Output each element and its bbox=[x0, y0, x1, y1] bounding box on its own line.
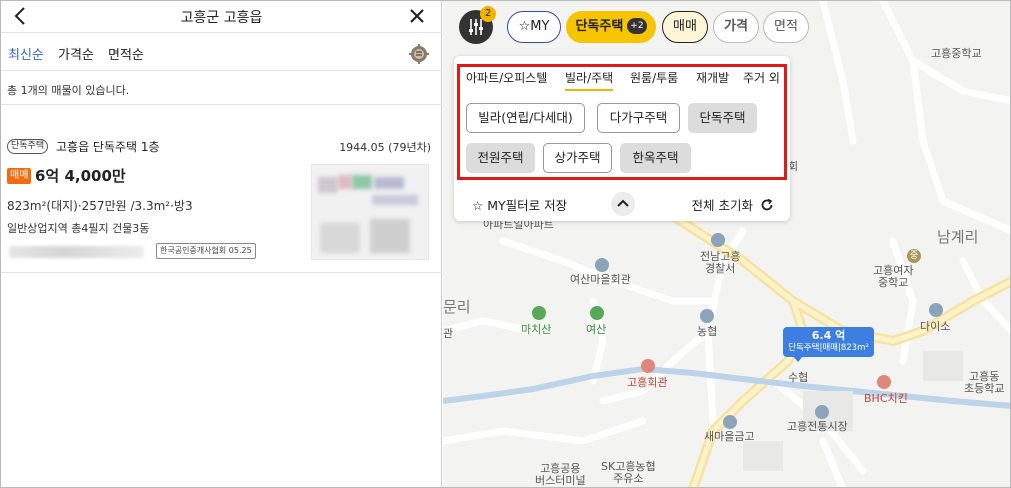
reset-all-button[interactable]: 전체 초기화 bbox=[692, 195, 774, 214]
map-label-bhc: BHC치킨 bbox=[864, 392, 908, 405]
listing-zone: 일반상업지역 총4필지 건물3동 bbox=[7, 222, 150, 235]
close-icon[interactable] bbox=[406, 5, 428, 27]
result-count: 총 1개의 매물이 있습니다. bbox=[7, 84, 130, 97]
chevron-up-icon bbox=[617, 199, 629, 207]
save-my-filter-button[interactable]: ☆ MY필터로 저장 bbox=[472, 195, 567, 214]
shop-icon bbox=[929, 303, 943, 317]
listing-price: 6억 4,000만 bbox=[35, 167, 126, 185]
marker-description: 단독주택|매매|823m² bbox=[788, 343, 869, 353]
area-chip[interactable]: 면적 bbox=[763, 11, 809, 43]
school-icon: 중 bbox=[907, 249, 921, 263]
restaurant-icon bbox=[877, 375, 891, 389]
listing-name: 고흥읍 단독주택 1층 bbox=[56, 140, 160, 154]
collapse-button[interactable] bbox=[611, 192, 635, 216]
price-chip[interactable]: 가격 bbox=[713, 11, 759, 43]
my-chip-label: MY bbox=[530, 19, 550, 34]
map-label-girls-school: 고흥여자 중학교 bbox=[873, 264, 914, 289]
map-label-yeosan: 여산 bbox=[586, 323, 607, 336]
map-label-gas-station: SK고흥농협 주유소 bbox=[601, 460, 656, 485]
restaurant-icon bbox=[641, 359, 655, 373]
bank-icon bbox=[723, 415, 737, 429]
map-label-saemaeul: 새마을금고 bbox=[704, 430, 755, 443]
star-icon: ☆ bbox=[472, 198, 488, 213]
reset-label: 전체 초기화 bbox=[691, 198, 754, 213]
map-label-munri: 문리 bbox=[443, 298, 471, 316]
listing-spec: 823m²(대지)·257만원 /3.3m²·방3 bbox=[7, 199, 193, 213]
mountain-icon bbox=[590, 306, 604, 320]
market-icon bbox=[815, 405, 829, 419]
map-label-machisan: 마치산 bbox=[521, 323, 552, 336]
mountain-icon bbox=[532, 306, 546, 320]
listing-thumbnail[interactable] bbox=[311, 164, 429, 260]
my-filter-chip[interactable]: ☆MY bbox=[507, 11, 561, 43]
hall-icon bbox=[595, 258, 609, 272]
deal-type-badge: 매매 bbox=[7, 168, 32, 184]
map-label-bus-terminal: 고흥공용 버스터미널 bbox=[535, 462, 586, 487]
refresh-icon bbox=[761, 198, 773, 211]
type-extra-count: +2 bbox=[627, 18, 647, 34]
divider bbox=[1, 104, 442, 105]
map-label-namgye: 남계리 bbox=[937, 228, 979, 246]
map-label-police: 전남고흥 경찰서 bbox=[700, 250, 741, 275]
map-label-yeosan-hall: 여산마을회관 bbox=[570, 273, 631, 286]
sort-latest[interactable]: 최신순 bbox=[8, 44, 44, 63]
property-type-chip[interactable]: 단독주택 +2 bbox=[566, 11, 656, 43]
blurred-address bbox=[9, 246, 144, 258]
view-settings-icon[interactable] bbox=[408, 43, 430, 65]
listing-panel: 고흥군 고흥읍 최신순 가격순 면적순 총 1개의 매물이 있습니다. 단독주택… bbox=[1, 1, 442, 487]
map-label-nonghyup: 농협 bbox=[697, 325, 718, 338]
map-label-daiso: 다이소 bbox=[920, 320, 951, 333]
panel-title: 고흥군 고흥읍 bbox=[180, 10, 263, 26]
map-label-suhyup: 수협 bbox=[788, 371, 809, 384]
built-date: 1944.05 (79년차) bbox=[339, 141, 431, 154]
agency-badge: 한국공인중개사협회 05.25 bbox=[156, 243, 256, 259]
type-chip-label: 단독주택 bbox=[575, 19, 624, 34]
deal-type-chip[interactable]: 매매 bbox=[662, 11, 708, 43]
sort-bar: 최신순 가격순 면적순 bbox=[1, 34, 442, 71]
property-type-badge: 단독주택 bbox=[7, 139, 49, 154]
marker-price: 6.4 억 bbox=[811, 329, 846, 342]
property-price-marker[interactable]: 6.4 억 단독주택|매매|823m² bbox=[783, 327, 874, 362]
map-label-school: 고흥중학교 bbox=[931, 47, 982, 60]
map-label-gwan: 관 bbox=[443, 327, 454, 340]
listing-card[interactable]: 단독주택 고흥읍 단독주택 1층 1944.05 (79년차) 매매 6억 4,… bbox=[1, 123, 442, 273]
bank-icon bbox=[700, 309, 714, 323]
save-filter-label: MY필터로 저장 bbox=[487, 198, 568, 213]
marker-pointer bbox=[793, 356, 803, 362]
highlight-box bbox=[457, 64, 787, 180]
sort-price[interactable]: 가격순 bbox=[58, 44, 94, 63]
map-label-market: 고흥전통시장 bbox=[787, 420, 848, 433]
star-icon: ☆ bbox=[518, 19, 531, 34]
map-label-elementary: 고흥동 초등학교 bbox=[964, 370, 1005, 395]
filter-count-badge: 2 bbox=[480, 6, 496, 22]
map-label-goheung-hall: 고흥회관 bbox=[627, 376, 668, 389]
divider bbox=[1, 272, 442, 273]
map-view[interactable]: 고흥중학교 남계리 회 중 고흥여자 중학교 전남고흥 경찰서 아파트일아파트 … bbox=[443, 1, 1010, 487]
sort-area[interactable]: 면적순 bbox=[108, 44, 144, 63]
police-icon bbox=[711, 233, 725, 247]
panel-header: 고흥군 고흥읍 bbox=[1, 1, 442, 33]
